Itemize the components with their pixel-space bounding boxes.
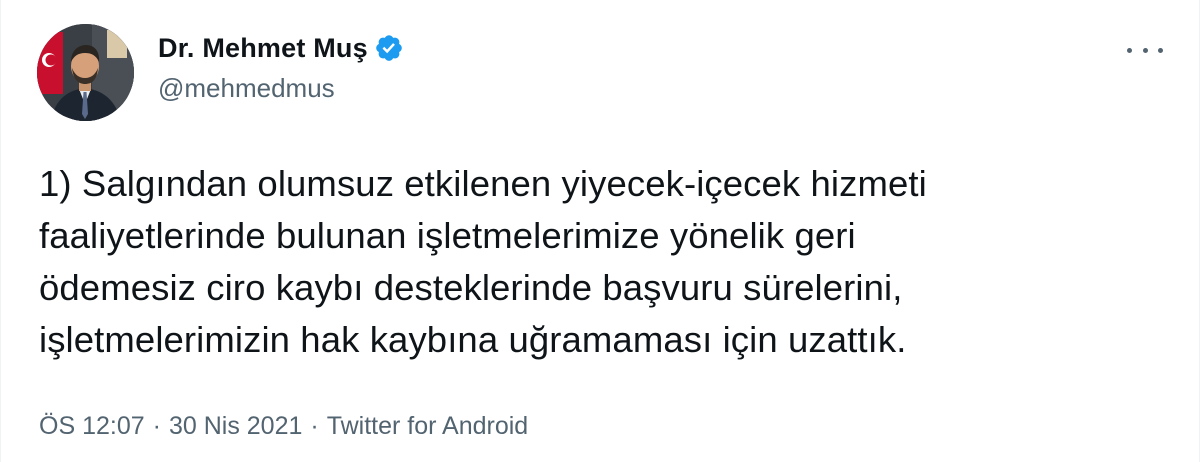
tweet-text-line: faaliyetlerinde bulunan işletmelerimize … (39, 215, 856, 256)
tweet-date[interactable]: 30 Nis 2021 (169, 412, 302, 441)
profile-photo (37, 24, 134, 121)
more-options-icon[interactable] (1127, 40, 1163, 60)
tweet-source-link[interactable]: Twitter for Android (327, 412, 528, 441)
more-dot (1127, 47, 1132, 53)
tweet-metadata: ÖS 12:07 · 30 Nis 2021 · Twitter for And… (39, 412, 528, 441)
tweet-card: Dr. Mehmet Muş @mehmedmus 1) Salgından o… (0, 0, 1200, 462)
more-dot (1142, 47, 1148, 53)
meta-separator: · (152, 412, 161, 440)
tweet-text-line: 1) Salgından olumsuz etkilenen yiyecek-i… (39, 163, 927, 204)
meta-separator: · (310, 412, 319, 440)
avatar[interactable] (37, 24, 134, 121)
tweet-text-line: işletmelerimizin hak kaybına uğramaması … (39, 319, 907, 360)
tweet-time[interactable]: ÖS 12:07 (39, 412, 145, 441)
tweet-text-line: ödemesiz ciro kaybı desteklerinde başvur… (39, 267, 903, 308)
author-name-row[interactable]: Dr. Mehmet Muş (158, 30, 404, 66)
more-dot (1158, 47, 1163, 53)
tweet-text: 1) Salgından olumsuz etkilenen yiyecek-i… (39, 158, 1159, 366)
author-display-name[interactable]: Dr. Mehmet Muş (158, 33, 368, 64)
verified-badge-icon (374, 33, 404, 63)
author-handle[interactable]: @mehmedmus (158, 73, 335, 104)
